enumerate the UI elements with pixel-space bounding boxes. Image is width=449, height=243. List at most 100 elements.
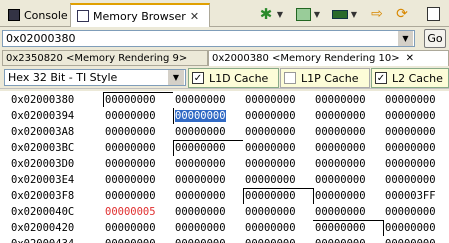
l1d-cache-toggle[interactable]: ✓ L1D Cache <box>188 68 279 88</box>
memory-cell[interactable]: 00000000 <box>245 222 296 234</box>
chevron-down-icon[interactable]: ▼ <box>276 4 284 24</box>
memory-row: 0x0200040C 00000005 00000000 00000000 000000… <box>0 205 449 221</box>
tab-console[interactable]: Console <box>2 3 74 27</box>
memory-row: 0x02000420 00000000 00000000 00000000 000000… <box>0 221 449 237</box>
memory-cell[interactable]: 00000000 <box>245 94 296 106</box>
memory-cell[interactable]: 00000000 <box>175 158 226 170</box>
cache-label: L1D Cache <box>209 71 269 85</box>
memory-browser-icon <box>77 10 89 22</box>
memory-row: 0x020003D0 00000000 00000000 00000000 000000… <box>0 157 449 173</box>
memory-cell[interactable]: 00000000 <box>385 158 436 170</box>
memory-row: 0x02000380 00000000 00000000 00000000 000000… <box>0 93 449 109</box>
memory-cell[interactable]: 00000000 <box>315 94 366 106</box>
memory-cell[interactable]: 00000000 <box>175 142 226 154</box>
memory-cell[interactable]: 00000000 <box>385 222 436 234</box>
memory-cell[interactable]: 00000000 <box>175 174 226 186</box>
memory-cell[interactable]: 00000000 <box>315 206 366 218</box>
memory-cell[interactable]: 00000000 <box>315 238 366 243</box>
cell-border <box>313 220 383 221</box>
memory-address: 0x020003E4 <box>11 174 75 186</box>
memory-cell[interactable]: 00000000 <box>105 174 156 186</box>
memory-cell[interactable]: 00000000 <box>175 238 226 243</box>
forward-icon[interactable]: ⇨ <box>368 4 386 24</box>
tab-memory-rendering-9[interactable]: 0x2350820 <Memory Rendering 9> <box>2 50 208 66</box>
memory-cell[interactable]: 00000000 <box>245 126 296 138</box>
chevron-down-icon[interactable]: ▼ <box>313 4 321 24</box>
memory-icon[interactable] <box>331 4 349 24</box>
format-select[interactable]: Hex 32 Bit - TI Style <box>4 69 186 86</box>
memory-cell[interactable]: 00000000 <box>175 110 226 122</box>
memory-cell[interactable]: 00000000 <box>315 174 366 186</box>
memory-cell[interactable]: 000003FF <box>385 190 436 202</box>
close-icon[interactable]: ✕ <box>406 53 414 64</box>
memory-cell[interactable]: 00000000 <box>105 190 156 202</box>
memory-cell[interactable]: 00000000 <box>385 142 436 154</box>
memory-cell[interactable]: 00000000 <box>245 206 296 218</box>
memory-cell[interactable]: 00000000 <box>245 158 296 170</box>
memory-cell[interactable]: 00000000 <box>105 222 156 234</box>
memory-cell[interactable]: 00000000 <box>385 206 436 218</box>
memory-cell[interactable]: 00000000 <box>245 110 296 122</box>
memory-cell[interactable]: 00000000 <box>175 94 226 106</box>
address-input[interactable]: 0x02000380 <box>2 30 415 47</box>
memory-cell[interactable]: 00000000 <box>105 126 156 138</box>
memory-cell[interactable]: 00000000 <box>105 238 156 243</box>
checkbox[interactable]: ✓ <box>375 72 387 84</box>
cell-border <box>383 220 384 236</box>
memory-row: 0x020003E4 00000000 00000000 00000000 000000… <box>0 173 449 189</box>
memory-cell[interactable]: 00000000 <box>315 126 366 138</box>
chevron-down-icon[interactable]: ▼ <box>350 4 358 24</box>
memory-address: 0x020003D0 <box>11 158 75 170</box>
checkbox[interactable]: ✓ <box>192 72 204 84</box>
memory-address: 0x02000434 <box>11 238 74 243</box>
tab-memory-browser[interactable]: Memory Browser ✕ <box>70 3 210 27</box>
memory-cell[interactable]: 00000000 <box>245 190 296 202</box>
memory-grid[interactable]: 0x02000380 00000000 00000000 00000000 000000… <box>0 91 449 243</box>
memory-cell[interactable]: 00000005 <box>105 206 156 218</box>
memory-cell[interactable]: 00000000 <box>315 158 366 170</box>
memory-cell[interactable]: 00000000 <box>105 158 156 170</box>
tab-memory-rendering-10[interactable]: 0x2000380 <Memory Rendering 10> ✕ <box>208 50 449 66</box>
tab-memory-browser-label: Memory Browser <box>93 9 186 23</box>
memory-address: 0x02000420 <box>11 222 75 234</box>
memory-cell[interactable]: 00000000 <box>105 142 156 154</box>
memory-cell[interactable]: 00000000 <box>385 126 436 138</box>
memory-cell[interactable]: 00000000 <box>315 222 366 234</box>
cell-border <box>313 188 314 204</box>
memory-cell[interactable]: 00000000 <box>175 190 226 202</box>
new-window-icon[interactable] <box>424 4 442 24</box>
memory-address: 0x020003F8 <box>11 190 75 202</box>
cell-border <box>243 188 313 189</box>
checkbox[interactable] <box>284 72 296 84</box>
tab-console-label: Console <box>24 8 68 22</box>
l2-cache-toggle[interactable]: ✓ L2 Cache <box>371 68 449 88</box>
chevron-down-icon[interactable]: ▼ <box>398 31 413 46</box>
refresh-icon[interactable]: ⟳ <box>393 4 411 24</box>
memory-cell[interactable]: 00000000 <box>175 206 226 218</box>
memory-row: 0x02000434 00000000 00000000 00000000 000000… <box>0 237 449 243</box>
memory-cell[interactable]: 00000000 <box>385 174 436 186</box>
chevron-down-icon[interactable]: ▼ <box>168 70 184 85</box>
memory-cell[interactable]: 00000000 <box>105 94 156 106</box>
memory-cell[interactable]: 00000000 <box>385 110 436 122</box>
memory-cell[interactable]: 00000000 <box>315 190 366 202</box>
memory-cell[interactable]: 00000000 <box>315 110 366 122</box>
go-button[interactable]: Go <box>424 29 446 48</box>
memory-cell[interactable]: 00000000 <box>385 94 436 106</box>
gear-icon[interactable]: ✱ <box>257 4 275 24</box>
l1p-cache-toggle[interactable]: L1P Cache <box>280 68 370 88</box>
memory-cell[interactable]: 00000000 <box>245 142 296 154</box>
memory-cell[interactable]: 00000000 <box>175 222 226 234</box>
memory-address: 0x02000394 <box>11 110 75 122</box>
memory-cell[interactable]: 00000000 <box>105 110 156 122</box>
memory-cell[interactable]: 00000000 <box>385 238 436 243</box>
memory-cell[interactable]: 00000000 <box>315 142 366 154</box>
cell-border <box>103 92 173 93</box>
memory-cell[interactable]: 00000000 <box>245 238 296 243</box>
memory-cell[interactable]: 00000000 <box>245 174 296 186</box>
close-icon[interactable]: ✕ <box>190 10 199 23</box>
memory-address: 0x020003BC <box>11 142 75 154</box>
memory-cell[interactable]: 00000000 <box>175 126 226 138</box>
memory-row: 0x020003A8 00000000 00000000 00000000 000000… <box>0 125 449 141</box>
chip-icon[interactable] <box>294 4 312 24</box>
